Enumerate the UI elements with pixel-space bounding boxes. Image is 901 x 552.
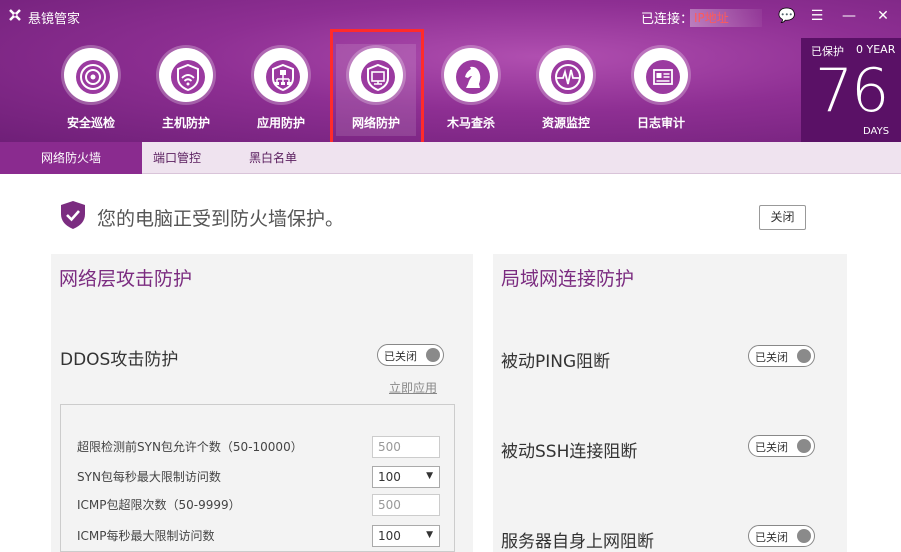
ddos-toggle[interactable]: 已关闭	[377, 344, 444, 366]
title-bar: 悬镜管家 已连接： IP地址 💬 ☰ — ✕	[0, 0, 901, 32]
protected-days: 76	[815, 56, 889, 126]
minimize-icon[interactable]: —	[838, 6, 860, 26]
panel-title: 网络层攻击防护	[59, 268, 193, 290]
ping-block-toggle[interactable]: 已关闭	[748, 345, 815, 367]
close-button[interactable]: 关闭	[759, 205, 806, 230]
icmp-threshold-label: ICMP包超限次数（50-9999）	[77, 498, 241, 512]
app-shield-icon	[266, 60, 300, 94]
syn-rate-select[interactable]: 100 ▼	[372, 466, 440, 488]
nav-item-host-protection[interactable]: 主机防护	[146, 44, 226, 136]
connection-ip: IP地址	[690, 9, 762, 27]
server-outbound-block-label: 服务器自身上网阻断	[501, 532, 654, 552]
protected-years: 0 YEAR	[856, 43, 896, 56]
scan-target-icon	[76, 60, 110, 94]
app-header: 悬镜管家 已连接： IP地址 💬 ☰ — ✕ 安全巡检 主机防护 应用防护 网络…	[0, 0, 901, 150]
dropdown-arrow-icon: ▼	[426, 530, 433, 540]
nav-label: 应用防护	[256, 116, 305, 130]
syn-rate-label: SYN包每秒最大限制访问数	[77, 470, 221, 484]
lan-protection-panel: 局域网连接防护	[493, 254, 847, 552]
nav-label: 安全巡检	[66, 116, 115, 130]
syn-threshold-label: 超限检测前SYN包允许个数（50-10000）	[77, 440, 303, 454]
icmp-threshold-input[interactable]: 500	[372, 494, 440, 516]
toggle-knob	[426, 348, 440, 362]
protection-status-text: 您的电脑正受到防火墙保护。	[97, 208, 345, 230]
app-title: 悬镜管家	[28, 12, 81, 27]
server-outbound-block-toggle[interactable]: 已关闭	[748, 525, 815, 547]
nav-label: 日志审计	[636, 116, 685, 130]
select-value: 100	[378, 470, 401, 484]
close-icon[interactable]: ✕	[872, 6, 894, 26]
toggle-label: 已关闭	[755, 351, 788, 364]
nav-label: 主机防护	[161, 116, 210, 130]
log-icon	[646, 60, 680, 94]
nav-item-app-protection[interactable]: 应用防护	[241, 44, 321, 136]
menu-icon[interactable]: ☰	[806, 6, 828, 26]
nav-item-resource-monitor[interactable]: 资源监控	[526, 44, 606, 136]
app-logo-icon	[9, 9, 21, 21]
shield-check-icon	[61, 201, 85, 229]
tab-port-control[interactable]: 端口管控	[142, 142, 212, 174]
toggle-label: 已关闭	[755, 441, 788, 454]
nav-item-security-scan[interactable]: 安全巡检	[51, 44, 131, 136]
ssh-block-label: 被动SSH连接阻断	[501, 442, 638, 462]
nav-item-trojan-scan[interactable]: 木马查杀	[431, 44, 511, 136]
toggle-knob	[797, 439, 811, 453]
ddos-label: DDOS攻击防护	[60, 350, 179, 370]
pulse-icon	[551, 60, 585, 94]
knight-icon	[456, 60, 490, 94]
dropdown-arrow-icon: ▼	[426, 471, 433, 481]
nav-label: 木马查杀	[446, 116, 495, 130]
select-value: 100	[378, 529, 401, 543]
panel-title: 局域网连接防护	[501, 268, 635, 290]
tab-blacklist-whitelist[interactable]: 黑白名单	[238, 142, 308, 174]
protection-stats: 已保护 0 YEAR 76 DAYS	[801, 38, 901, 142]
apply-now-link[interactable]: 立即应用	[389, 379, 437, 396]
toggle-label: 已关闭	[755, 531, 788, 544]
syn-threshold-input[interactable]: 500	[372, 436, 440, 458]
sub-tab-bar: 网络防火墙 端口管控 黑白名单	[0, 142, 901, 174]
connection-label: 已连接：	[641, 12, 694, 27]
nav-label: 资源监控	[541, 116, 590, 130]
toggle-knob	[797, 349, 811, 363]
active-nav-highlight	[330, 29, 424, 150]
ddos-settings-box: 超限检测前SYN包允许个数（50-10000） 500 SYN包每秒最大限制访问…	[60, 404, 455, 552]
message-icon[interactable]: 💬	[776, 6, 798, 26]
ssh-block-toggle[interactable]: 已关闭	[748, 435, 815, 457]
toggle-knob	[797, 529, 811, 543]
days-unit: DAYS	[863, 126, 890, 137]
tab-firewall[interactable]: 网络防火墙	[0, 142, 142, 174]
ping-block-label: 被动PING阻断	[501, 352, 611, 372]
host-shield-icon	[171, 60, 205, 94]
toggle-label: 已关闭	[384, 350, 417, 363]
icmp-rate-label: ICMP每秒最大限制访问数	[77, 529, 215, 543]
nav-item-log-audit[interactable]: 日志审计	[621, 44, 701, 136]
icmp-rate-select[interactable]: 100 ▼	[372, 525, 440, 547]
